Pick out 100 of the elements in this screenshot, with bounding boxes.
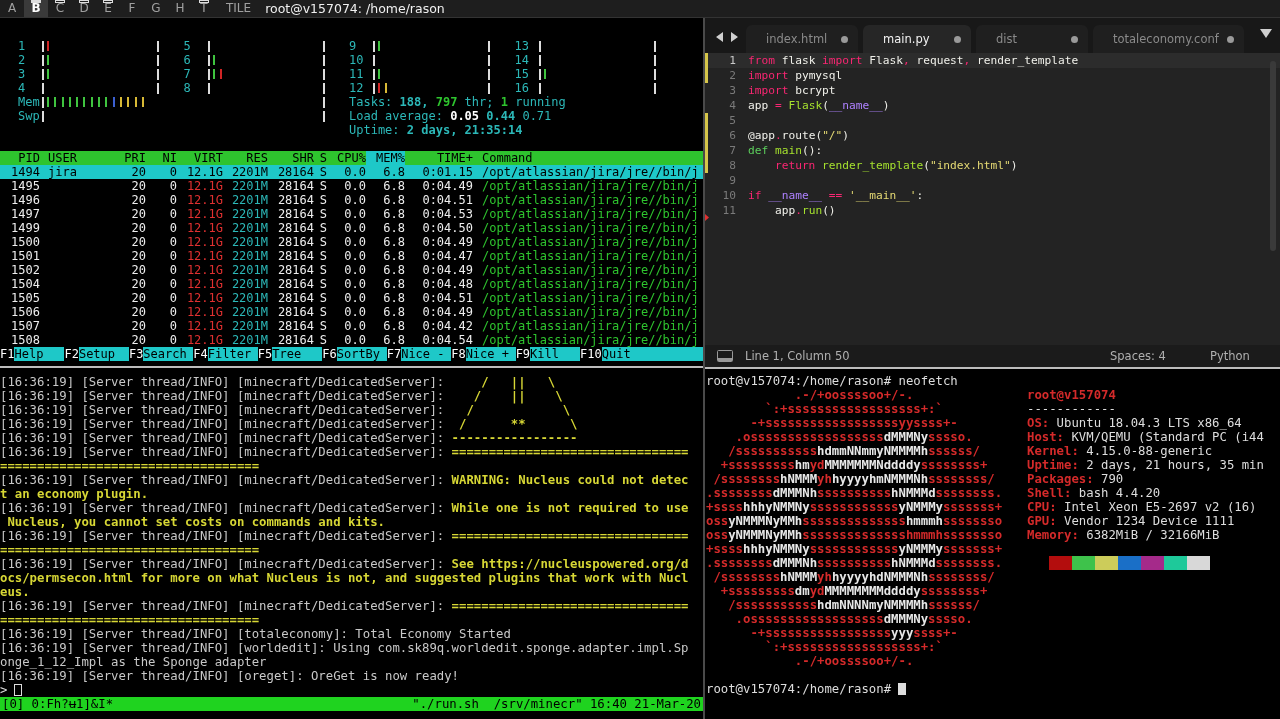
table-cell-text: S [318, 263, 327, 277]
workspace-button[interactable]: T [192, 0, 216, 17]
file-tab[interactable]: index.html [746, 25, 858, 53]
column-header[interactable]: CPU% [327, 151, 366, 165]
column-header[interactable]: SHR [268, 151, 314, 165]
code-line: return render_template("index.html") [773, 158, 1018, 173]
workspace-button[interactable]: A [0, 0, 24, 17]
column-header[interactable]: PRI [120, 151, 146, 165]
table-cell-text: /opt/atlassian/jira/jre//bin/j [481, 263, 700, 277]
workspace-button[interactable]: D [72, 0, 96, 17]
column-header[interactable]: NI [146, 151, 177, 165]
syntax-setting[interactable]: Python [1210, 349, 1280, 363]
function-button[interactable]: Search [143, 347, 194, 361]
process-row[interactable]: 1501 20 0 12.1G 2201M 28164 S 0.0 6.8 0:04.47 /opt/atlassian/jira/jre//bin/j [0, 249, 703, 263]
log-line: [16:36:19] [Server thread/INFO] [minecraft/DedicatedServer]: / || \ [0, 375, 557, 389]
table-cell-text: 20 [130, 249, 146, 263]
table-cell-text: 6.8 [382, 305, 405, 319]
table-cell-text: 12.1G [185, 263, 223, 277]
process-row[interactable]: 1500 20 0 12.1G 2201M 28164 S 0.0 6.8 0:04.49 /opt/atlassian/jira/jre//bin/j [0, 235, 703, 249]
table-cell-text: 0.0 [343, 221, 366, 235]
file-tab[interactable]: totaleconomy.conf [1093, 25, 1244, 53]
table-cell-text: 0 [168, 221, 177, 235]
workspace-button[interactable]: E [96, 0, 120, 17]
function-button[interactable]: Setup [78, 347, 129, 361]
dropdown-icon[interactable] [1260, 29, 1272, 39]
table-cell-text: 0.0 [343, 263, 366, 277]
table-cell-text: S [318, 193, 327, 207]
workspace-button[interactable]: G [144, 0, 168, 17]
table-cell-text: 28164 [276, 291, 314, 305]
table-cell-text: /opt/atlassian/jira/jre//bin/j [481, 207, 700, 221]
meter-label: 7 [183, 67, 192, 81]
process-row[interactable]: 1497 20 0 12.1G 2201M 28164 S 0.0 6.8 0:04.53 /opt/atlassian/jira/jre//bin/j [0, 207, 703, 221]
line-number: 1 [705, 53, 736, 68]
table-cell-text: 20 [130, 165, 146, 179]
workspace-button[interactable]: B [24, 0, 48, 17]
code-line: @app.route("/") [748, 128, 850, 143]
table-cell-text: 12.1G [185, 193, 223, 207]
process-row[interactable]: 1506 20 0 12.1G 2201M 28164 S 0.0 6.8 0:04.49 /opt/atlassian/jira/jre//bin/j [0, 305, 703, 319]
table-cell-text: /opt/atlassian/jira/jre//bin/j [481, 277, 700, 291]
process-row[interactable]: 1495 20 0 12.1G 2201M 28164 S 0.0 6.8 0:04.49 /opt/atlassian/jira/jre//bin/j [0, 179, 703, 193]
process-row[interactable]: 1505 20 0 12.1G 2201M 28164 S 0.0 6.8 0:04.51 /opt/atlassian/jira/jre//bin/j [0, 291, 703, 305]
process-row[interactable]: 1494 jira 20 0 12.1G 2201M 28164 S 0.0 6.8 0:01.15 /opt/atlassian/jira/jre//bin/j [0, 165, 703, 179]
function-button[interactable]: Kill [530, 347, 581, 361]
table-cell-text: 0 [168, 333, 177, 347]
table-cell-text: 20 [130, 319, 146, 333]
meter-label: 16 [514, 81, 530, 95]
line-number: 6 [705, 128, 736, 143]
code-line: if __name__ == '__main__': [748, 188, 924, 203]
table-cell-text: 2201M [230, 305, 268, 319]
table-cell-text: /opt/atlassian/jira/jre//bin/j [481, 179, 700, 193]
function-button[interactable]: Nice - [401, 347, 452, 361]
key-label: F8 [451, 347, 466, 361]
meter-label: 12 [349, 81, 365, 95]
function-button[interactable]: SortBy [336, 347, 387, 361]
function-button[interactable]: Help [14, 347, 65, 361]
column-header[interactable]: Command [473, 151, 703, 165]
function-button[interactable]: Tree [272, 347, 323, 361]
table-cell-text: 0:04.49 [421, 235, 473, 249]
table-cell-text: /opt/atlassian/jira/jre//bin/j [481, 193, 700, 207]
column-header[interactable]: MEM% [366, 151, 405, 165]
column-header[interactable]: TIME+ [405, 151, 473, 165]
table-cell-text: 1505 [10, 291, 40, 305]
table-cell-text: 1502 [10, 263, 40, 277]
table-cell-text: 0 [168, 291, 177, 305]
file-tab[interactable]: main.py [863, 25, 971, 53]
process-row[interactable]: 1502 20 0 12.1G 2201M 28164 S 0.0 6.8 0:04.49 /opt/atlassian/jira/jre//bin/j [0, 263, 703, 277]
workspace-button[interactable]: C [48, 0, 72, 17]
table-cell-text: 0 [168, 249, 177, 263]
code-line: from flask import Flask, request, render_template [748, 53, 1079, 68]
function-button[interactable]: Quit [601, 347, 703, 361]
indentation-setting[interactable]: Spaces: 4 [1110, 349, 1210, 363]
log-line: onge_1_12_Impl as the Sponge adapter [0, 655, 268, 669]
function-button[interactable]: Nice + [465, 347, 516, 361]
table-cell-text: 0:04.42 [421, 319, 473, 333]
table-cell-text: /opt/atlassian/jira/jre//bin/j [481, 165, 700, 179]
table-cell-text: 0.0 [343, 179, 366, 193]
table-cell-text: S [318, 249, 327, 263]
layout-label: TILE [226, 0, 252, 17]
table-cell-text: 28164 [276, 277, 314, 291]
table-cell-text: S [318, 319, 327, 333]
log-line: =================================== [0, 613, 261, 627]
column-header[interactable]: PID [0, 151, 40, 165]
table-cell-text: 20 [130, 291, 146, 305]
meter-label: 14 [514, 53, 530, 67]
table-cell-text: 12.1G [185, 333, 223, 347]
column-header[interactable]: USER [40, 151, 120, 165]
column-header[interactable]: RES [223, 151, 268, 165]
file-tab[interactable]: dist [976, 25, 1088, 53]
process-row[interactable]: 1496 20 0 12.1G 2201M 28164 S 0.0 6.8 0:04.51 /opt/atlassian/jira/jre//bin/j [0, 193, 703, 207]
workspace-button[interactable]: F [120, 0, 144, 17]
process-row[interactable]: 1499 20 0 12.1G 2201M 28164 S 0.0 6.8 0:04.50 /opt/atlassian/jira/jre//bin/j [0, 221, 703, 235]
process-row[interactable]: 1507 20 0 12.1G 2201M 28164 S 0.0 6.8 0:04.42 /opt/atlassian/jira/jre//bin/j [0, 319, 703, 333]
column-header[interactable]: S [314, 151, 327, 165]
process-row[interactable]: 1504 20 0 12.1G 2201M 28164 S 0.0 6.8 0:04.48 /opt/atlassian/jira/jre//bin/j [0, 277, 703, 291]
workspace-button[interactable]: H [168, 0, 192, 17]
panel-icon[interactable] [717, 350, 733, 362]
column-header[interactable]: VIRT [177, 151, 223, 165]
table-cell-text: 0 [168, 305, 177, 319]
process-row[interactable]: 1508 20 0 12.1G 2201M 28164 S 0.0 6.8 0:04.54 /opt/atlassian/jira/jre//bin/j [0, 333, 703, 347]
meter-label: 11 [349, 67, 365, 81]
